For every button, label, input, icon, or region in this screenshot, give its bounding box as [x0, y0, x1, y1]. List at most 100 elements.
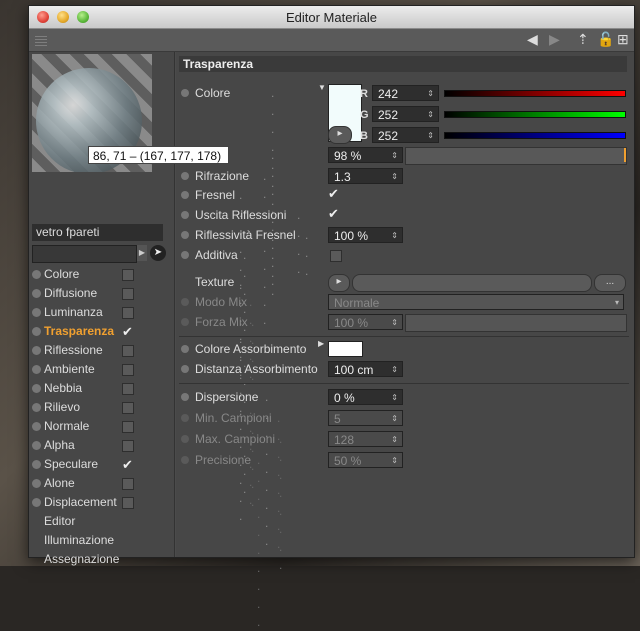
channel-label: Ambiente — [44, 362, 95, 376]
g-field[interactable]: 252 ⇕ — [372, 106, 439, 122]
channel-dot — [32, 460, 41, 469]
b-field[interactable]: 252 ⇕ — [372, 127, 439, 143]
channel-checkbox[interactable] — [122, 269, 134, 281]
channel-checkbox[interactable] — [122, 383, 134, 395]
texture-menu-button[interactable]: ▸ — [328, 274, 350, 292]
modomix-select[interactable]: Normale ▾ — [328, 294, 624, 310]
b-slider[interactable] — [444, 132, 626, 139]
anim-dot[interactable] — [181, 298, 189, 306]
channel-checkbox[interactable] — [122, 345, 134, 357]
channel-label: Riflessione — [44, 343, 103, 357]
channel-dot — [32, 308, 41, 317]
precisione-field[interactable]: 50 % ⇕ — [328, 452, 403, 468]
anim-dot[interactable] — [181, 456, 189, 464]
unlock-icon[interactable]: 🔓 — [597, 31, 614, 48]
channel-item[interactable]: Colore — [32, 265, 137, 284]
title-bar[interactable]: Editor Materiale — [29, 6, 634, 29]
luminosita-slider[interactable] — [405, 147, 627, 165]
anim-dot[interactable] — [181, 172, 189, 180]
expand-triangle-icon[interactable]: ▶ — [318, 339, 324, 348]
texture-browse-button[interactable]: ... — [594, 274, 626, 292]
channel-dot — [32, 327, 41, 336]
forzamix-field[interactable]: 100 % ⇕ — [328, 314, 403, 330]
new-panel-icon[interactable]: ⊞ — [617, 31, 629, 48]
channel-label: Diffusione — [44, 286, 98, 300]
anim-dot[interactable] — [181, 211, 189, 219]
back-arrow-icon[interactable]: ◀ — [527, 31, 538, 48]
color-mode-button[interactable]: ▸ — [328, 126, 352, 144]
channel-dot — [32, 365, 41, 374]
channel-item[interactable]: Trasparenza ✔ — [32, 322, 137, 341]
channel-checkbox[interactable] — [122, 440, 134, 452]
divider — [179, 383, 629, 384]
min-camp-field[interactable]: 5 ⇕ — [328, 410, 403, 426]
additiva-checkbox[interactable] — [330, 250, 342, 262]
grip-icon[interactable] — [35, 34, 47, 46]
texture-slot[interactable] — [352, 274, 592, 292]
luminosita-field[interactable]: 98 % ⇕ — [328, 147, 403, 163]
channel-checkbox[interactable] — [122, 497, 134, 509]
anim-dot[interactable] — [181, 191, 189, 199]
anim-dot[interactable] — [181, 414, 189, 422]
forzamix-slider[interactable] — [405, 314, 627, 332]
anim-dot[interactable] — [181, 231, 189, 239]
anim-dot[interactable] — [181, 345, 189, 353]
dist-assorb-field[interactable]: 100 cm ⇕ — [328, 361, 403, 377]
anim-dot[interactable] — [181, 365, 189, 373]
channel-item[interactable]: Alpha — [32, 436, 137, 455]
channel-label: Displacement — [44, 495, 117, 509]
channel-checkbox[interactable] — [122, 364, 134, 376]
r-field[interactable]: 242 ⇕ — [372, 85, 439, 101]
anim-dot[interactable] — [181, 318, 189, 326]
channel-checkbox[interactable] — [122, 402, 134, 414]
channel-label: Luminanza — [44, 305, 103, 319]
anim-dot[interactable] — [181, 435, 189, 443]
channel-label: Trasparenza — [44, 324, 115, 338]
search-arrow-icon[interactable]: ⇡ — [577, 31, 589, 48]
channel-item[interactable]: Alone — [32, 474, 137, 493]
channel-item[interactable]: Displacement — [32, 493, 137, 512]
channel-item[interactable]: Rilievo — [32, 398, 137, 417]
g-slider[interactable] — [444, 111, 626, 118]
picker-icon[interactable]: ➤ — [150, 245, 166, 261]
channel-checkbox[interactable]: ✔ — [122, 455, 133, 474]
channel-checkbox[interactable]: ✔ — [122, 322, 133, 341]
channel-dot — [32, 403, 41, 412]
material-dropdown[interactable] — [32, 245, 137, 263]
channel-checkbox[interactable] — [122, 307, 134, 319]
max-camp-field[interactable]: 128 ⇕ — [328, 431, 403, 447]
channel-checkbox[interactable] — [122, 421, 134, 433]
uscita-checkbox[interactable]: ✔ — [328, 206, 339, 222]
forward-arrow-icon[interactable]: ▶ — [549, 31, 560, 48]
expand-triangle-icon[interactable]: ▼ — [318, 83, 326, 92]
channel-item[interactable]: Nebbia — [32, 379, 137, 398]
channel-dot — [32, 289, 41, 298]
anim-dot[interactable] — [181, 251, 189, 259]
anim-dot[interactable] — [181, 393, 189, 401]
rifrazione-field[interactable]: 1.3 ⇕ — [328, 168, 403, 184]
riflessivita-field[interactable]: 100 % ⇕ — [328, 227, 403, 243]
channel-dot — [32, 346, 41, 355]
channel-item[interactable]: Diffusione — [32, 284, 137, 303]
colore-assorb-swatch[interactable] — [328, 341, 363, 357]
channel-item[interactable]: Luminanza — [32, 303, 137, 322]
channel-checkbox[interactable] — [122, 288, 134, 300]
material-name-field[interactable]: vetro fpareti — [32, 224, 163, 241]
channel-item[interactable]: Normale — [32, 417, 137, 436]
material-editor-window: Editor Materiale ◀ ▶ ⇡ 🔓 ⊞ vetro fpareti… — [28, 5, 635, 629]
sidebar-extra-item[interactable]: Editor — [32, 512, 137, 531]
channel-label: Alpha — [44, 438, 75, 452]
sidebar-extra-item[interactable]: Illuminazione — [32, 531, 137, 550]
section-title: Trasparenza — [179, 56, 627, 72]
anim-dot[interactable] — [181, 89, 189, 97]
channel-item[interactable]: Riflessione — [32, 341, 137, 360]
channel-item[interactable]: Ambiente — [32, 360, 137, 379]
channel-checkbox[interactable] — [122, 478, 134, 490]
dropdown-arrow-icon[interactable]: ▶ — [137, 245, 147, 261]
channel-dot — [32, 498, 41, 507]
sidebar-extra-item[interactable]: Assegnazione — [32, 550, 137, 569]
r-slider[interactable] — [444, 90, 626, 97]
channel-item[interactable]: Speculare ✔ — [32, 455, 137, 474]
fresnel-checkbox[interactable]: ✔ — [328, 186, 339, 202]
dispersione-field[interactable]: 0 % ⇕ — [328, 389, 403, 405]
